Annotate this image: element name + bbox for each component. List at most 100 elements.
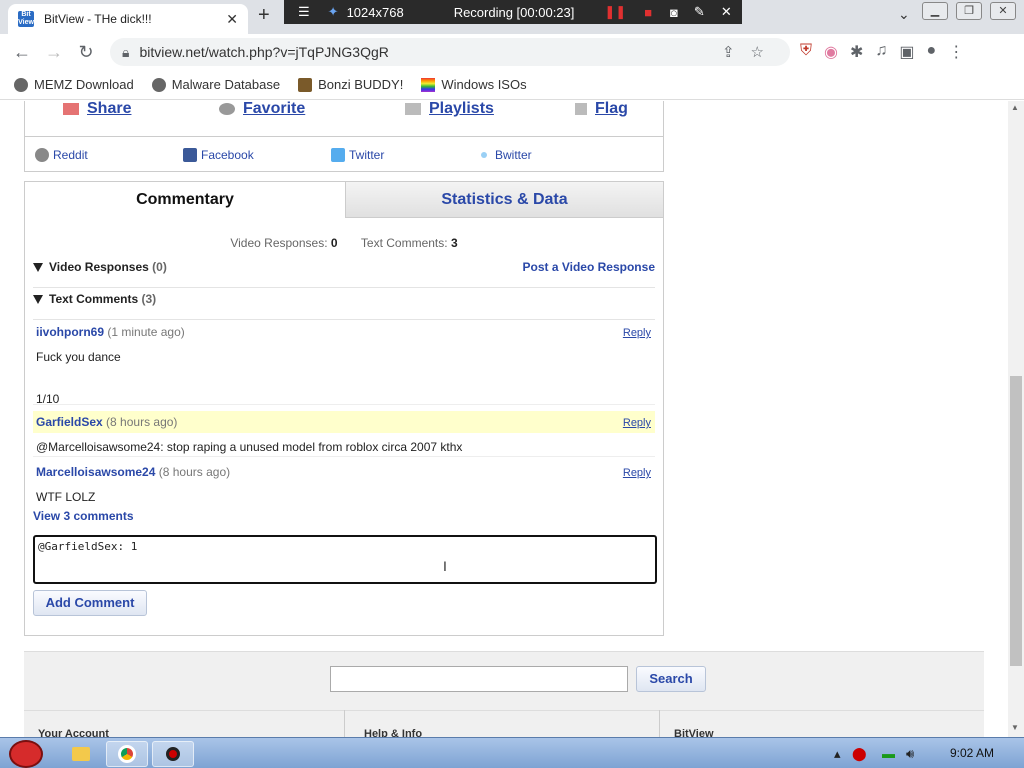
bookmark-bonzi[interactable]: Bonzi BUDDY! — [298, 77, 403, 92]
tray-network-icon[interactable]: ▬ — [882, 746, 895, 761]
flag-link[interactable]: Flag — [575, 101, 628, 118]
maximize-button[interactable]: ❐ — [956, 2, 982, 20]
windows-taskbar: ▴ ⬤ ▬ 🔊︎ 9:02 AM — [0, 737, 1024, 768]
share-link[interactable]: Share — [63, 101, 131, 118]
post-video-response-link[interactable]: Post a Video Response — [523, 260, 656, 274]
tray-record-icon[interactable]: ⬤ — [852, 746, 867, 762]
twitter-label: Twitter — [349, 148, 385, 162]
close-window-button[interactable]: ✕ — [990, 2, 1016, 20]
recording-status: Recording [00:00:23] — [453, 4, 575, 20]
tab-commentary[interactable]: Commentary — [25, 182, 345, 218]
recorder-taskbar-button[interactable] — [152, 741, 194, 767]
reddit-link[interactable]: Reddit — [35, 148, 88, 162]
footer-search-input[interactable] — [330, 666, 628, 692]
bookmark-memz[interactable]: MEMZ Download — [14, 77, 134, 92]
bookmark-label: MEMZ Download — [34, 77, 134, 92]
sidepanel-icon[interactable]: ▣ — [899, 42, 914, 62]
tab-statistics[interactable]: Statistics & Data — [345, 182, 663, 218]
record-icon — [166, 747, 180, 761]
footer-bitview[interactable]: BitView — [674, 728, 714, 737]
chevron-down-icon[interactable]: ⌄ — [898, 6, 910, 23]
reply-link[interactable]: Reply — [623, 467, 651, 479]
flag-extension-icon[interactable]: ◉ — [824, 42, 838, 62]
scroll-up-icon[interactable]: ▲ — [1011, 103, 1019, 112]
facebook-link[interactable]: Facebook — [183, 148, 254, 162]
bookmark-windows-isos[interactable]: Windows ISOs — [421, 77, 527, 92]
comment-item: iivohporn69 (1 minute ago) Reply Fuck yo… — [33, 321, 655, 406]
ublock-icon[interactable]: ⛨ — [800, 42, 812, 62]
reply-link[interactable]: Reply — [623, 417, 651, 429]
comment-text-line: Fuck you dance — [36, 350, 121, 364]
new-tab-icon[interactable]: + — [258, 4, 270, 27]
share-pointer — [115, 126, 135, 136]
comment-time: (1 minute ago) — [107, 325, 185, 339]
comment-username[interactable]: iivohporn69 — [36, 325, 104, 339]
volume-icon[interactable]: 🔊︎ — [906, 746, 914, 762]
rainbow-flag-icon — [421, 77, 436, 92]
menu-icon[interactable]: ☰ — [298, 4, 310, 20]
bookmark-malware-database[interactable]: Malware Database — [151, 77, 280, 92]
chrome-taskbar-button[interactable] — [106, 741, 148, 767]
add-comment-button[interactable]: Add Comment — [33, 590, 147, 616]
media-icon[interactable]: ♫ — [875, 42, 887, 62]
bwitter-link[interactable]: Bwitter — [481, 148, 532, 162]
pause-icon[interactable]: ❚❚ — [604, 4, 626, 20]
share-label: Share — [87, 101, 132, 117]
footer-divider — [24, 710, 984, 711]
flag-label: Flag — [595, 101, 628, 117]
footer-your-account[interactable]: Your Account — [38, 728, 109, 737]
profile-icon[interactable]: ● — [927, 42, 937, 62]
comments-tabs: Commentary Statistics & Data — [25, 182, 663, 218]
back-icon[interactable]: ← — [6, 42, 38, 63]
close-tab-icon[interactable]: ✕ — [226, 11, 238, 28]
reload-icon[interactable]: ↻ — [70, 42, 102, 63]
forward-icon[interactable]: → — [38, 42, 70, 63]
comment-blank-line — [36, 368, 652, 389]
tab-title: BitView - THe dick!!! — [44, 12, 152, 26]
scrollbar-thumb[interactable] — [1010, 376, 1022, 666]
comment-body: WTF LOLZ — [36, 490, 96, 504]
browser-tab[interactable]: Bit View BitView - THe dick!!! ✕ — [8, 4, 248, 34]
taskbar-clock[interactable]: 9:02 AM — [950, 746, 994, 760]
footer-search-button[interactable]: Search — [636, 666, 706, 692]
flag-icon — [575, 102, 587, 115]
puzzle-icon[interactable]: ✱ — [850, 42, 863, 62]
favorite-label: Favorite — [243, 101, 306, 117]
share-star-icons[interactable]: ⇪☆ — [722, 43, 780, 61]
comment-username[interactable]: GarfieldSex — [36, 415, 103, 429]
view-comments-link[interactable]: View 3 comments — [33, 509, 134, 523]
bwitter-icon — [481, 152, 487, 158]
person-icon: ✦ — [327, 4, 339, 19]
twitter-link[interactable]: Twitter — [331, 148, 384, 162]
comment-username[interactable]: Marcelloisawsome24 — [36, 465, 155, 479]
scroll-down-icon[interactable]: ▼ — [1011, 723, 1019, 732]
comment-item: GarfieldSex (8 hours ago) Reply @Marcell… — [33, 411, 655, 457]
comment-text-line: 1/10 — [36, 392, 60, 406]
text-comments-heading-count: (3) — [141, 292, 157, 306]
reply-link[interactable]: Reply — [623, 327, 651, 339]
minimize-button[interactable]: ▁ — [922, 2, 948, 20]
comment-textarea[interactable] — [33, 535, 657, 584]
camera-icon[interactable]: ◙ — [670, 5, 678, 20]
tray-arrow-icon[interactable]: ▴ — [834, 746, 841, 762]
text-comments-count: 3 — [450, 236, 458, 250]
start-button-angry-bird-icon[interactable] — [4, 740, 48, 768]
video-responses-section[interactable]: Video Responses (0) Post a Video Respons… — [33, 260, 655, 288]
footer-help-info[interactable]: Help & Info — [364, 728, 422, 737]
video-responses-count-label: Video Responses: — [230, 236, 328, 250]
share-panel: Share Favorite Playlists Flag Reddit Fac… — [24, 101, 664, 172]
close-recorder-icon[interactable]: ✕ — [721, 4, 732, 20]
explorer-taskbar-button[interactable] — [60, 741, 102, 767]
reddit-label: Reddit — [53, 148, 88, 162]
kebab-menu-icon[interactable]: ⋮ — [948, 42, 964, 62]
comment-header: iivohporn69 (1 minute ago) — [33, 321, 655, 343]
address-bar[interactable]: 🔒︎ bitview.net/watch.php?v=jTqPJNG3QgR ⇪… — [110, 38, 790, 66]
facebook-icon — [183, 148, 197, 162]
playlists-link[interactable]: Playlists — [405, 101, 494, 118]
text-comments-section[interactable]: Text Comments (3) — [33, 292, 655, 320]
stop-icon[interactable]: ■ — [644, 5, 652, 20]
pen-icon[interactable]: ✎ — [694, 4, 705, 20]
page-scrollbar[interactable]: ▲ ▼ — [1008, 101, 1024, 737]
favorite-link[interactable]: Favorite — [219, 101, 305, 118]
comments-panel: Commentary Statistics & Data Video Respo… — [24, 181, 664, 636]
